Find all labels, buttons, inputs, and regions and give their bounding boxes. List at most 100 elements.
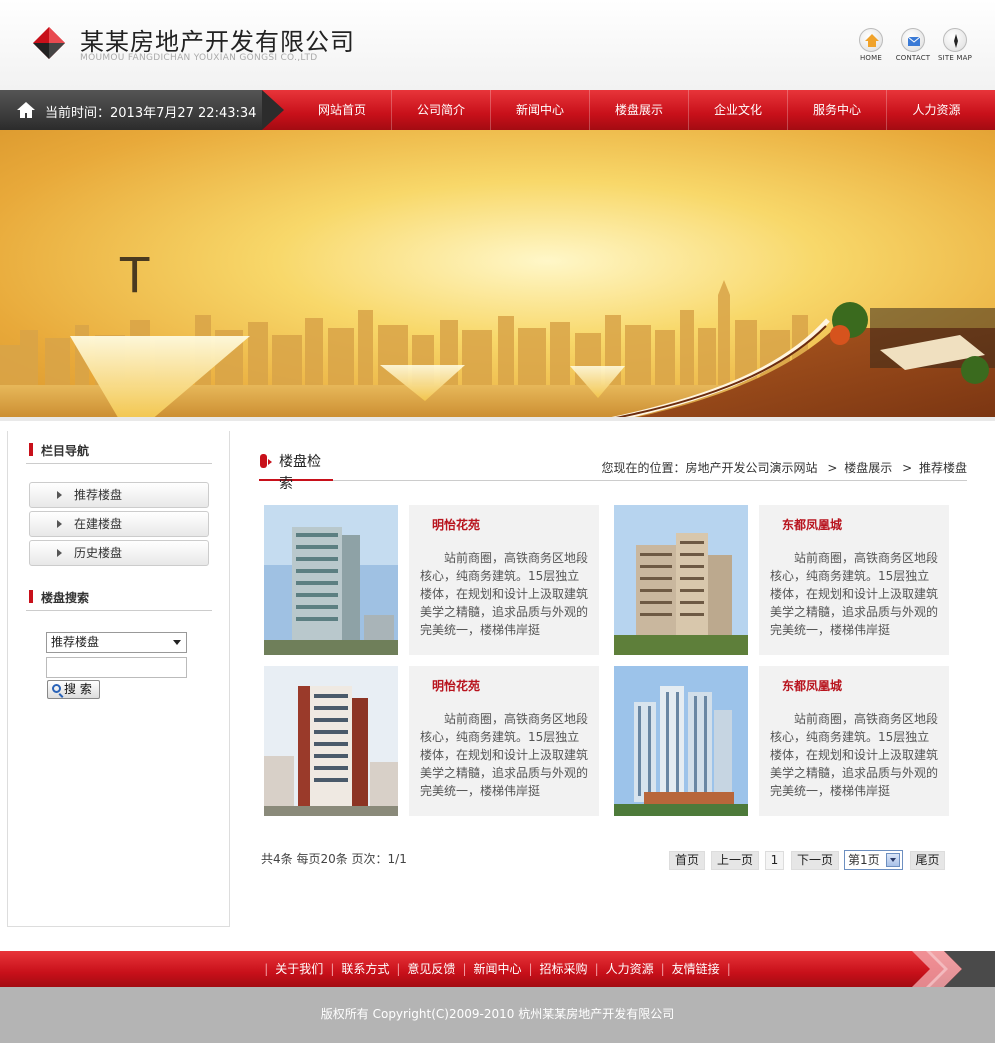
chevron-down-icon bbox=[886, 853, 900, 867]
nav-item-news[interactable]: 新闻中心 bbox=[491, 90, 590, 130]
footer-link-contact[interactable]: 联系方式 bbox=[341, 962, 389, 976]
breadcrumb-separator: > bbox=[902, 461, 913, 475]
search-category-value: 推荐楼盘 bbox=[51, 635, 100, 649]
property-name[interactable]: 东都凤凰城 bbox=[782, 516, 842, 533]
footer-link-hr[interactable]: 人力资源 bbox=[606, 962, 654, 976]
breadcrumb-level2[interactable]: 推荐楼盘 bbox=[919, 461, 967, 475]
property-image[interactable] bbox=[614, 666, 748, 816]
property-description: 站前商圈，高铁商务区地段核心，纯商务建筑。15层独立楼体，在规划和设计上汲取建筑… bbox=[770, 712, 939, 798]
property-card: 明怡花苑 站前商圈，高铁商务区地段核心，纯商务建筑。15层独立楼体，在规划和设计… bbox=[409, 666, 599, 816]
footer-link-tender[interactable]: 招标采购 bbox=[540, 962, 588, 976]
first-page-button[interactable]: 首页 bbox=[669, 851, 705, 870]
search-button-label: 搜 索 bbox=[64, 682, 92, 696]
main-title-bar: 楼盘检索 您现在的位置：房地产开发公司演示网站 > 楼盘展示 > 推荐楼盘 bbox=[259, 451, 967, 492]
pagination-info: 共4条 每页20条 页次：1/1 bbox=[261, 852, 407, 866]
footer-link-news[interactable]: 新闻中心 bbox=[473, 962, 521, 976]
property-card: 东都凤凰城 站前商圈，高铁商务区地段核心，纯商务建筑。15层独立楼体，在规划和设… bbox=[759, 505, 949, 655]
footer-link-friends[interactable]: 友情链接 bbox=[672, 962, 720, 976]
time-box: 当前时间：2013年7月27 22:43:34 bbox=[0, 90, 284, 130]
property-name[interactable]: 明怡花苑 bbox=[432, 516, 480, 533]
footer-link-feedback[interactable]: 意见反馈 bbox=[407, 962, 455, 976]
footer: 版权所有 Copyright(C)2009-2010 杭州某某房地产开发有限公司 bbox=[0, 987, 995, 1043]
nav-item-properties[interactable]: 楼盘展示 bbox=[590, 90, 689, 130]
property-card: 明怡花苑 站前商圈，高铁商务区地段核心，纯商务建筑。15层独立楼体，在规划和设计… bbox=[409, 505, 599, 655]
triangle-right-icon bbox=[57, 491, 62, 499]
property-card: 东都凤凰城 站前商圈，高铁商务区地段核心，纯商务建筑。15层独立楼体，在规划和设… bbox=[759, 666, 949, 816]
triangle-right-icon bbox=[57, 549, 62, 557]
footer-links: | 关于我们 | 联系方式 | 意见反馈 | 新闻中心 | 招标采购 | 人力资源 | 友情链接 | bbox=[0, 951, 995, 987]
home-link[interactable]: HOME bbox=[851, 28, 891, 62]
sidebar-item-label: 历史楼盘 bbox=[74, 546, 123, 560]
last-page-button[interactable]: 尾页 bbox=[910, 851, 945, 870]
sidebar-item-label: 推荐楼盘 bbox=[74, 488, 123, 502]
home-link-label: HOME bbox=[859, 54, 883, 62]
nav-item-culture[interactable]: 企业文化 bbox=[689, 90, 788, 130]
next-page-button[interactable]: 下一页 bbox=[791, 851, 839, 870]
mail-icon bbox=[901, 28, 925, 52]
nav-item-about[interactable]: 公司简介 bbox=[392, 90, 491, 130]
footer-separator: | bbox=[528, 962, 533, 976]
sitemap-link-label: SITE MAP bbox=[937, 54, 973, 62]
footer-separator: | bbox=[264, 962, 269, 976]
search-input[interactable] bbox=[46, 657, 187, 678]
page-select[interactable]: 第1页 bbox=[844, 850, 903, 870]
banner-letter: T bbox=[120, 248, 150, 304]
divider bbox=[26, 463, 212, 464]
page-select-value: 第1页 bbox=[848, 853, 880, 867]
company-subtitle: MOUMOU FANGDICHAN YOUXIAN GONGSI CO.,LTD bbox=[80, 53, 318, 63]
main-nav: 当前时间：2013年7月27 22:43:34 网站首页 公司简介 新闻中心 楼… bbox=[0, 90, 995, 130]
footer-separator: | bbox=[660, 962, 665, 976]
property-description: 站前商圈，高铁商务区地段核心，纯商务建筑。15层独立楼体，在规划和设计上汲取建筑… bbox=[770, 551, 939, 637]
main-content: 楼盘检索 您现在的位置：房地产开发公司演示网站 > 楼盘展示 > 推荐楼盘 明怡… bbox=[230, 431, 995, 931]
footer-link-about[interactable]: 关于我们 bbox=[275, 962, 323, 976]
search-button[interactable]: 搜 索 bbox=[47, 680, 100, 699]
footer-separator: | bbox=[594, 962, 599, 976]
triangle-right-icon bbox=[57, 520, 62, 528]
sidebar: 栏目导航 推荐楼盘 在建楼盘 历史楼盘 楼盘搜索 推荐楼盘 搜 索 bbox=[7, 431, 230, 927]
house-icon bbox=[17, 102, 35, 118]
footer-nav: | 关于我们 | 联系方式 | 意见反馈 | 新闻中心 | 招标采购 | 人力资源 | 友情链接 | bbox=[0, 951, 995, 987]
logo-icon bbox=[33, 27, 65, 59]
current-time: 当前时间：2013年7月27 22:43:34 bbox=[45, 106, 257, 121]
time-box-arrow bbox=[262, 90, 284, 130]
footer-separator: | bbox=[330, 962, 335, 976]
breadcrumb: 您现在的位置：房地产开发公司演示网站 > 楼盘展示 > 推荐楼盘 bbox=[602, 459, 967, 476]
nav-item-service[interactable]: 服务中心 bbox=[788, 90, 887, 130]
property-description: 站前商圈，高铁商务区地段核心，纯商务建筑。15层独立楼体，在规划和设计上汲取建筑… bbox=[420, 712, 589, 798]
property-image[interactable] bbox=[264, 666, 398, 816]
breadcrumb-separator: > bbox=[827, 461, 838, 475]
divider bbox=[26, 610, 212, 611]
pin-icon bbox=[260, 454, 272, 468]
nav-item-hr[interactable]: 人力资源 bbox=[887, 90, 986, 130]
copyright: 版权所有 Copyright(C)2009-2010 杭州某某房地产开发有限公司 bbox=[320, 1007, 675, 1021]
property-image[interactable] bbox=[264, 505, 398, 655]
sidebar-nav-title: 栏目导航 bbox=[28, 443, 90, 458]
home-icon bbox=[859, 28, 883, 52]
property-image[interactable] bbox=[614, 505, 748, 655]
nav-item-home[interactable]: 网站首页 bbox=[293, 90, 392, 130]
footer-separator: | bbox=[726, 962, 731, 976]
search-icon bbox=[52, 684, 61, 693]
sidebar-item-recommended[interactable]: 推荐楼盘 bbox=[29, 482, 209, 508]
page-title-text: 楼盘检索 bbox=[279, 454, 321, 492]
sidebar-item-label: 在建楼盘 bbox=[74, 517, 123, 531]
sidebar-item-history[interactable]: 历史楼盘 bbox=[29, 540, 209, 566]
banner: T bbox=[0, 130, 995, 421]
property-name[interactable]: 明怡花苑 bbox=[432, 677, 480, 694]
compass-icon bbox=[943, 28, 967, 52]
sidebar-search-title: 楼盘搜索 bbox=[28, 590, 90, 605]
chevron-down-icon bbox=[173, 640, 181, 645]
sitemap-link[interactable]: SITE MAP bbox=[935, 28, 975, 62]
property-name[interactable]: 东都凤凰城 bbox=[782, 677, 842, 694]
page-title: 楼盘检索 bbox=[259, 451, 333, 492]
breadcrumb-prefix: 您现在的位置：房地产开发公司演示网站 bbox=[601, 461, 818, 475]
contact-link-label: CONTACT bbox=[895, 54, 931, 62]
page-number-current[interactable]: 1 bbox=[765, 851, 784, 870]
prev-page-button[interactable]: 上一页 bbox=[711, 851, 759, 870]
search-category-select[interactable]: 推荐楼盘 bbox=[46, 632, 187, 653]
contact-link[interactable]: CONTACT bbox=[893, 28, 933, 62]
sidebar-item-under-construction[interactable]: 在建楼盘 bbox=[29, 511, 209, 537]
breadcrumb-level1[interactable]: 楼盘展示 bbox=[844, 461, 892, 475]
property-description: 站前商圈，高铁商务区地段核心，纯商务建筑。15层独立楼体，在规划和设计上汲取建筑… bbox=[420, 551, 589, 637]
page: 某某房地产开发有限公司 MOUMOU FANGDICHAN YOUXIAN GO… bbox=[0, 0, 995, 1043]
